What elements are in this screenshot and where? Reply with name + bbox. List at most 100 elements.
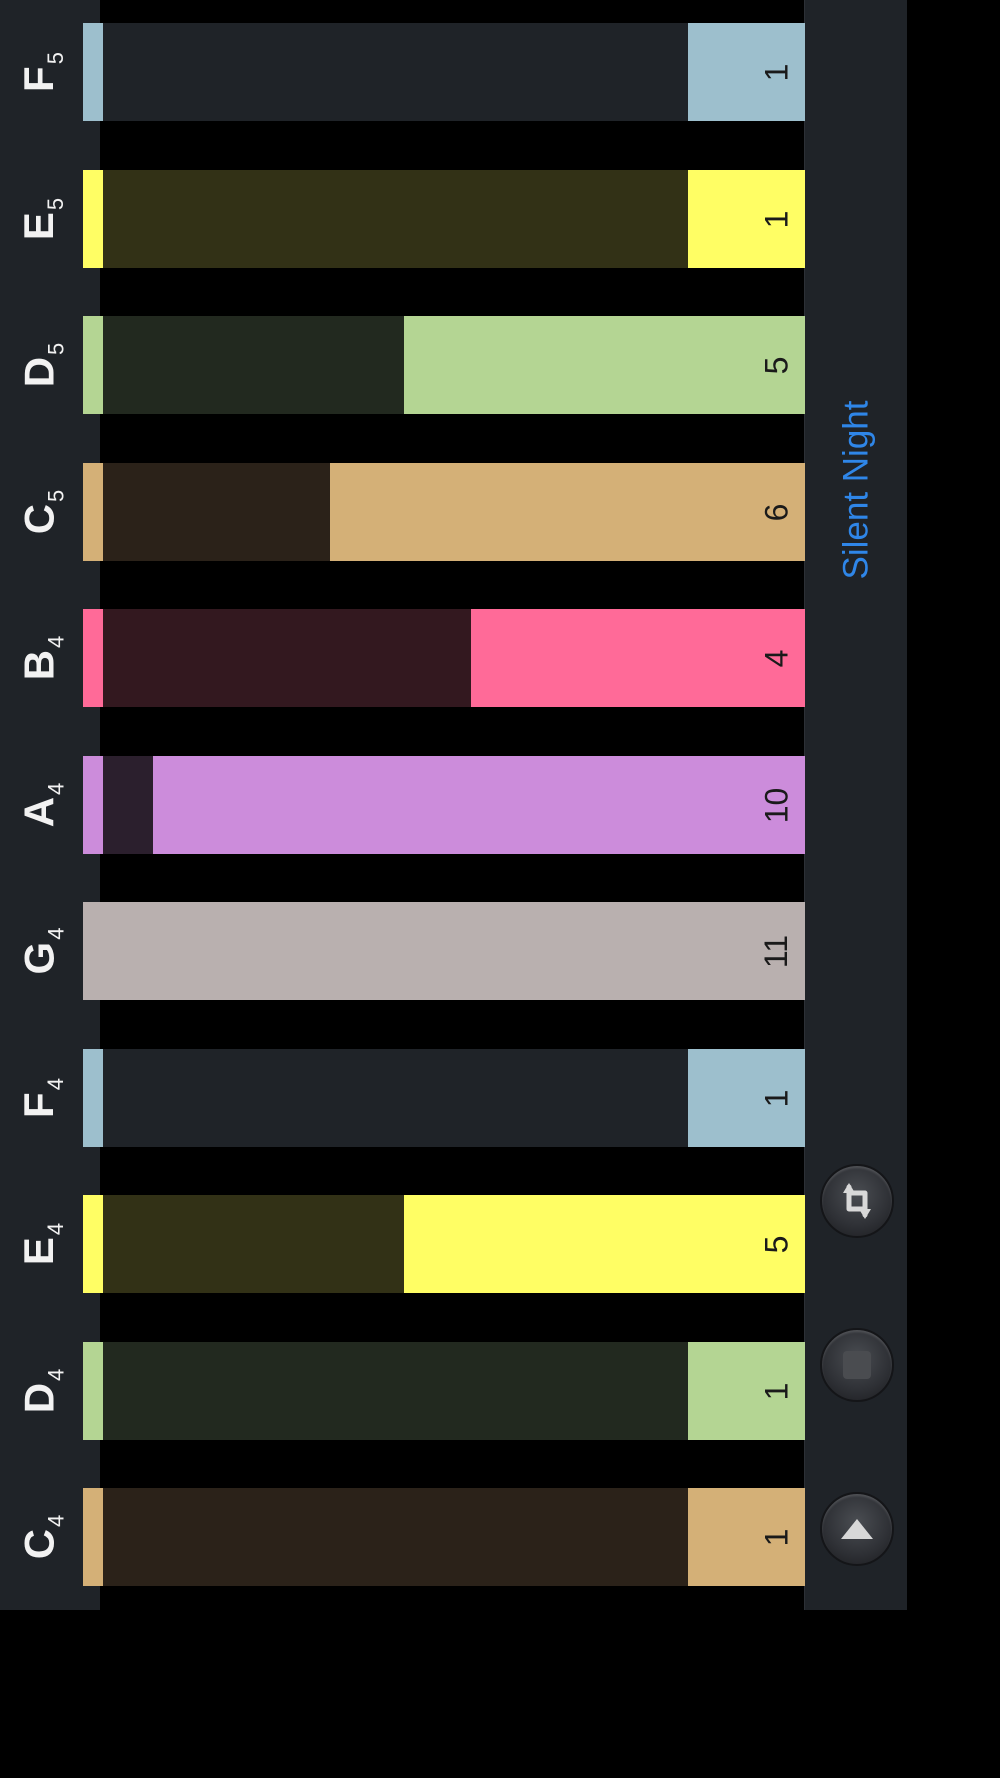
note-count-value: 11 [758,934,795,968]
note-row-a4[interactable]: 10 [83,756,805,854]
note-color-swatch [83,902,103,1000]
note-color-swatch [83,756,103,854]
note-letter: C [15,503,62,535]
count-bar-fill [404,316,805,414]
note-label: D4 [0,1342,78,1440]
count-bar-track: 1 [103,1488,805,1586]
note-octave: 4 [43,1368,68,1381]
count-bar-track: 11 [103,902,805,1000]
note-octave: 4 [42,1222,68,1236]
note-letter: E [14,1237,62,1266]
note-count: 10 [755,756,799,854]
note-label: C4 [0,1488,78,1586]
count-bar-track: 10 [103,756,805,854]
note-letter: B [15,649,62,681]
note-octave: 4 [42,927,68,940]
note-letter: F [15,66,62,92]
square-stop-icon [843,1351,871,1379]
note-row-c4[interactable]: 1 [83,1488,805,1586]
note-label: G4 [0,902,78,1000]
repeat-button[interactable] [820,1164,894,1238]
note-count: 1 [755,1342,799,1440]
note-count-value: 4 [758,649,795,667]
note-row-c5[interactable]: 6 [83,463,805,561]
note-letter: D [15,356,62,388]
count-bar-track: 1 [103,1342,805,1440]
note-count: 1 [755,1488,799,1586]
note-row-f5[interactable]: 1 [83,23,805,121]
stop-button[interactable] [820,1328,894,1402]
note-count: 1 [755,23,799,121]
note-octave: 5 [43,342,68,355]
note-row-e5[interactable]: 1 [83,170,805,268]
count-bar-track: 5 [103,316,805,414]
note-count-value: 6 [758,503,795,521]
note-count-value: 1 [758,63,795,81]
note-label: A4 [0,756,78,854]
note-color-swatch [83,1049,103,1147]
note-letter: C [15,1528,62,1560]
count-bar-fill [153,756,805,854]
note-count: 11 [755,902,799,1000]
note-letter: E [14,212,62,241]
count-bar-fill [404,1195,805,1293]
note-label: F4 [0,1049,78,1147]
note-color-swatch [83,1195,103,1293]
note-count: 5 [755,1195,799,1293]
note-row-b4[interactable]: 4 [83,609,805,707]
note-color-swatch [83,316,103,414]
note-octave: 4 [43,782,68,795]
note-label: E4 [0,1195,78,1293]
note-count-value: 1 [758,1089,795,1107]
count-bar-track: 1 [103,23,805,121]
note-label: E5 [0,170,78,268]
song-title-container[interactable]: Silent Night [820,380,892,600]
song-title[interactable]: Silent Night [836,401,876,580]
note-count: 4 [755,609,799,707]
note-color-swatch [83,23,103,121]
note-octave: 5 [43,52,68,65]
note-color-swatch [83,609,103,707]
note-letter: F [15,1092,62,1118]
note-count: 5 [755,316,799,414]
note-letter: A [15,796,62,828]
note-count-value: 5 [758,1235,795,1253]
play-button[interactable] [820,1492,894,1566]
note-color-swatch [83,170,103,268]
note-label: F5 [0,23,78,121]
note-count-value: 1 [758,210,795,228]
note-color-swatch [83,1342,103,1440]
note-letter: D [15,1382,62,1414]
repeat-icon [843,1183,871,1219]
note-octave: 4 [43,635,68,648]
triangle-up-icon [841,1519,873,1539]
note-row-d5[interactable]: 5 [83,316,805,414]
note-octave: 5 [42,197,68,211]
note-row-g4[interactable]: 11 [83,902,805,1000]
note-octave: 4 [43,1078,68,1091]
count-bar-track: 1 [103,170,805,268]
note-count-value: 5 [758,356,795,374]
note-count: 1 [755,170,799,268]
count-bar-fill [330,463,805,561]
note-octave: 5 [43,489,68,502]
count-bar-fill [103,902,805,1000]
note-label: D5 [0,316,78,414]
note-label: C5 [0,463,78,561]
note-color-swatch [83,1488,103,1586]
count-bar-track: 1 [103,1049,805,1147]
note-label: B4 [0,609,78,707]
note-row-d4[interactable]: 1 [83,1342,805,1440]
piano-chart-app: 1 1 5 1 11 10 4 6 5 1 1 Silent Night C4 D4 E4 F4 G4 A4 B… [0,0,1000,1778]
note-row-e4[interactable]: 5 [83,1195,805,1293]
note-color-swatch [83,463,103,561]
note-count-value: 10 [758,787,795,823]
count-bar-track: 6 [103,463,805,561]
note-row-f4[interactable]: 1 [83,1049,805,1147]
note-count: 1 [755,1049,799,1147]
note-count-value: 1 [758,1382,795,1400]
note-count: 6 [755,463,799,561]
note-octave: 4 [43,1514,68,1527]
note-letter: G [14,941,62,975]
count-bar-track: 5 [103,1195,805,1293]
